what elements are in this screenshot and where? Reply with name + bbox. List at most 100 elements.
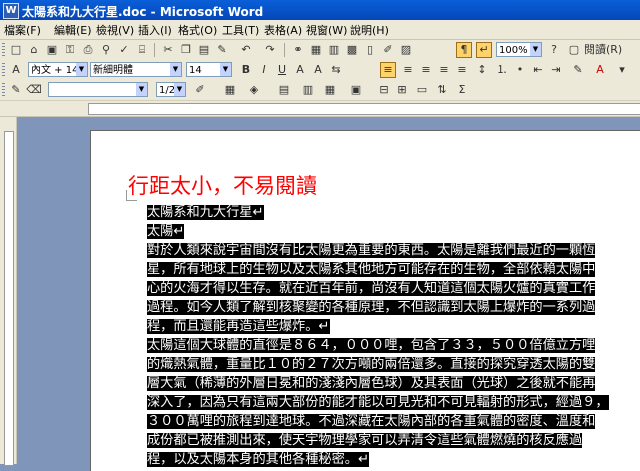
read-mode-icon[interactable]: ▢ (566, 42, 582, 58)
text-line[interactable]: 太陽系和九大行星↵ (147, 205, 264, 220)
text-line[interactable]: 對於人類來說宇宙間沒有比太陽更為重要的東西。太陽是離我們最近的一顆恆 (147, 243, 596, 258)
document-heading[interactable]: 行距太小，不易閱讀 (128, 170, 317, 200)
columns-icon[interactable]: ▯ (362, 42, 378, 58)
paste-icon[interactable]: ▤ (196, 42, 212, 58)
save-icon[interactable]: ▣ (44, 42, 60, 58)
drawing-icon[interactable]: ✐ (380, 42, 396, 58)
text-line[interactable]: ３００萬哩的旅程到達地球。不過深藏在太陽內部的各重氣體的密度、溫度和 (147, 414, 596, 429)
autosum-icon[interactable]: Σ (454, 82, 470, 98)
document-body[interactable]: 太陽系和九大行星↵ 太陽↵ 對於人類來說宇宙間沒有比太陽更為重要的東西。太陽是離… (147, 203, 635, 469)
text-line[interactable]: 成份都已被推測出來，使天宇物理學家可以弄清令這些氣體燃燒的核反應過 (147, 433, 583, 448)
print-icon[interactable]: ⎙ (80, 42, 96, 58)
menu-window[interactable]: 視窗(W) (306, 22, 347, 38)
line-weight-value: 1/2 (159, 85, 176, 96)
help-icon[interactable]: ? (546, 42, 562, 58)
hyperlink-icon[interactable]: ⚭ (290, 42, 306, 58)
menu-edit[interactable]: 編輯(E) (54, 22, 92, 38)
menu-tools[interactable]: 工具(T) (222, 22, 259, 38)
horizontal-ruler[interactable] (0, 101, 640, 117)
align-right-icon[interactable]: ≡ (418, 62, 434, 78)
menu-help[interactable]: 說明(H) (350, 22, 389, 38)
text-line[interactable]: 星，所有地球上的生物以及太陽系其他地方可能存在的生物，全部依賴太陽中 (147, 262, 596, 277)
cut-icon[interactable]: ✂ (160, 42, 176, 58)
text-line[interactable]: 過程。如今人類了解到核聚變的各種原理，不但認識到太陽上爆炸的一系列過 (147, 300, 596, 315)
increase-indent-icon[interactable]: ⇥ (548, 62, 564, 78)
pilcrow-icon[interactable]: ↵ (476, 42, 492, 58)
shading-icon[interactable]: ◈ (246, 82, 262, 98)
menu-file[interactable]: 檔案(F) (4, 22, 41, 38)
insert-table-icon[interactable]: ▥ (326, 42, 342, 58)
show-hide-icon[interactable]: ¶ (456, 42, 472, 58)
line-weight-select[interactable]: 1/2 ▼ (156, 82, 186, 97)
text-line[interactable]: 程，而且還能再造這些爆炸。↵ (147, 319, 330, 334)
chevron-down-icon[interactable]: ▾ (614, 62, 630, 78)
insert-excel-icon[interactable]: ▩ (344, 42, 360, 58)
line-spacing-icon[interactable]: ↕ (474, 62, 490, 78)
zoom-select[interactable]: 100% ▼ (496, 42, 542, 57)
spelling-icon[interactable]: ✓ (116, 42, 132, 58)
toolbar-grip[interactable] (2, 83, 5, 97)
text-line[interactable]: 的熾熱氣體，重量比１０的２７次方噸的兩倍還多。直接的探究穿透太陽的雙 (147, 357, 596, 372)
border-color-icon[interactable]: ✐ (192, 82, 208, 98)
menu-table[interactable]: 表格(A) (264, 22, 302, 38)
copy-icon[interactable]: ❐ (178, 42, 194, 58)
highlight-icon[interactable]: ✎ (570, 62, 586, 78)
borders-icon[interactable]: ▦ (222, 82, 238, 98)
toolbar-grip[interactable] (2, 63, 5, 77)
pen-icon[interactable]: ✎ (8, 82, 24, 98)
new-document-icon[interactable]: □ (8, 42, 24, 58)
print-preview-icon[interactable]: ⚲ (98, 42, 114, 58)
menu-format[interactable]: 格式(O) (178, 22, 217, 38)
format-painter-icon[interactable]: ✎ (214, 42, 230, 58)
text-line[interactable]: 深入了，因為只有這兩大部份的能才能以可見光和不可見輻射的形式，經過９， (147, 395, 609, 410)
separator (154, 43, 155, 57)
cell-align-icon[interactable]: ▣ (348, 82, 364, 98)
chevron-down-icon: ▼ (220, 63, 231, 76)
font-color-icon[interactable]: A (592, 62, 608, 78)
tables-borders-icon[interactable]: ▦ (308, 42, 324, 58)
character-shading-icon[interactable]: A (310, 62, 326, 78)
underline-icon[interactable]: U (274, 62, 290, 78)
numbering-icon[interactable]: ⒈ (494, 62, 510, 78)
distribute-rows-icon[interactable]: ⊟ (376, 82, 392, 98)
research-icon[interactable]: ⌸ (134, 42, 150, 58)
autofit-icon[interactable]: ▭ (414, 82, 430, 98)
sort-icon[interactable]: ⇅ (434, 82, 450, 98)
align-center-icon[interactable]: ≡ (400, 62, 416, 78)
font-size-select[interactable]: 14 ▼ (186, 62, 232, 77)
text-line[interactable]: 程，以及太陽本身的其他各種秘密。↵ (147, 452, 370, 467)
toolbar-grip[interactable] (2, 43, 5, 57)
menu-insert[interactable]: 插入(I) (138, 22, 172, 38)
text-line[interactable]: 層大氣（稀薄的外層日冕和的淺淺內層色球）及其表面（光球）之後就不能再 (147, 376, 596, 391)
text-line[interactable]: 太陽↵ (147, 224, 185, 239)
line-style-select[interactable]: ▼ (48, 82, 148, 97)
eraser-icon[interactable]: ⌫ (26, 82, 42, 98)
justify-icon[interactable]: ≡ (436, 62, 452, 78)
insert-table-icon[interactable]: ▤ (276, 82, 292, 98)
read-button[interactable]: 閱讀(R) (584, 42, 628, 58)
document-map-icon[interactable]: ▨ (398, 42, 414, 58)
distributed-icon[interactable]: ≡ (454, 62, 470, 78)
bold-icon[interactable]: B (238, 62, 254, 78)
styles-pane-icon[interactable]: A (8, 62, 24, 78)
character-border-icon[interactable]: A (292, 62, 308, 78)
title-bar: W 太陽系和九大行星.doc - Microsoft Word (0, 0, 640, 20)
distribute-columns-icon[interactable]: ⊞ (394, 82, 410, 98)
split-cells-icon[interactable]: ▦ (322, 82, 338, 98)
italic-icon[interactable]: I (256, 62, 272, 78)
text-line[interactable]: 太陽這個大球體的直徑是８６４，０００哩，包含了３３，５００倍億立方哩 (147, 338, 596, 353)
bullets-icon[interactable]: • (512, 62, 528, 78)
font-select[interactable]: 新細明體 ▼ (90, 62, 182, 77)
text-line[interactable]: 心的火海才得以生存。就在近百年前，尚沒有人知道這個太陽火爐的真實工作 (147, 281, 596, 296)
permission-icon[interactable]: ⚿ (62, 42, 78, 58)
redo-icon[interactable]: ↷ (262, 42, 278, 58)
decrease-indent-icon[interactable]: ⇤ (530, 62, 546, 78)
undo-icon[interactable]: ↶ (238, 42, 254, 58)
vertical-ruler[interactable] (0, 117, 17, 466)
style-select[interactable]: 內文 + 14 點 ▼ (28, 62, 88, 77)
align-left-icon[interactable]: ≡ (380, 62, 396, 78)
merge-cells-icon[interactable]: ▥ (300, 82, 316, 98)
menu-view[interactable]: 檢視(V) (96, 22, 134, 38)
open-icon[interactable]: ⌂ (26, 42, 42, 58)
character-scale-icon[interactable]: ⇆ (328, 62, 344, 78)
